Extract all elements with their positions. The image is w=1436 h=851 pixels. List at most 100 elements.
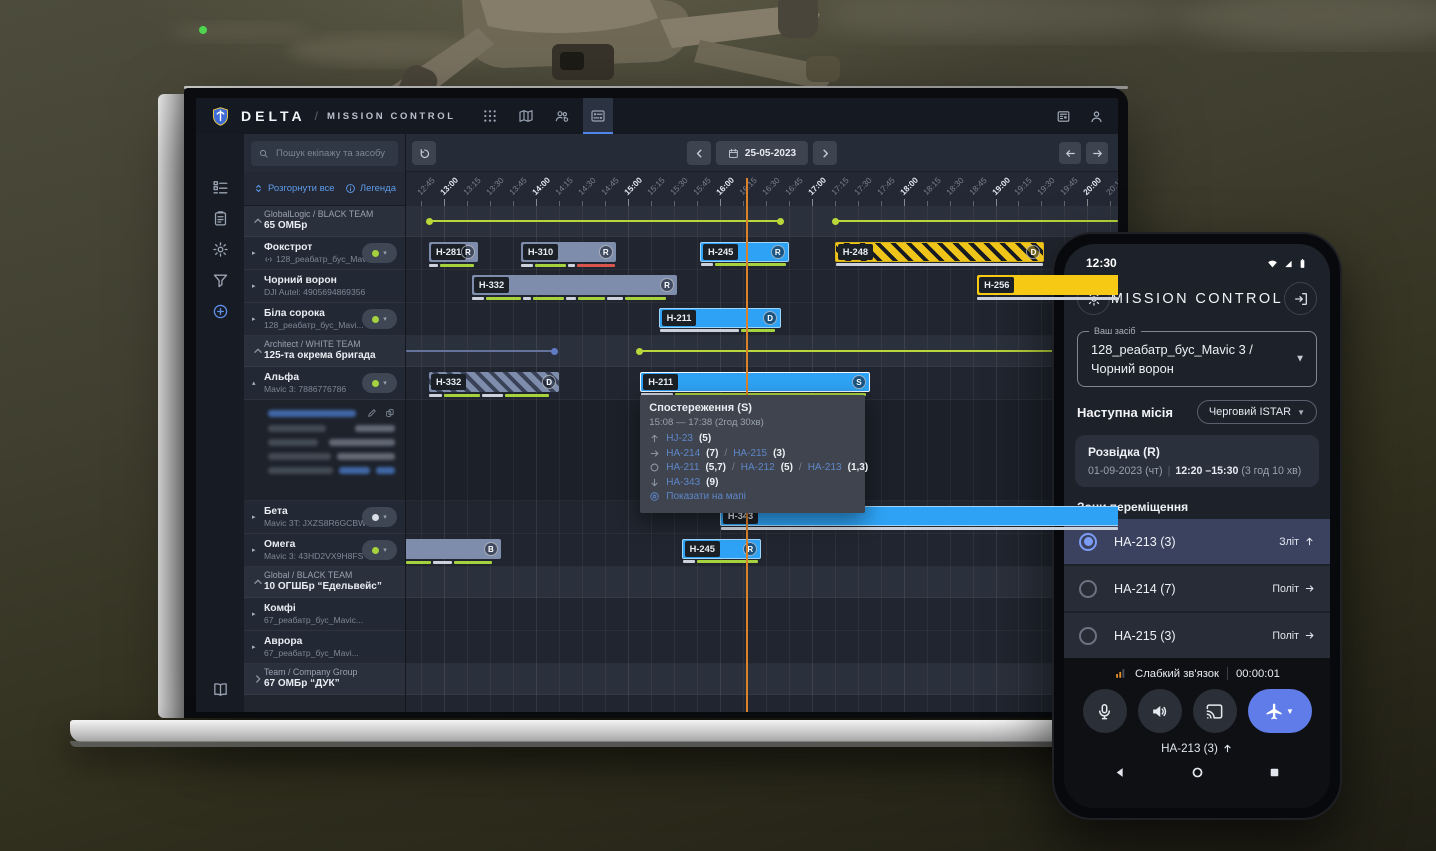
date-picker[interactable]: 25-05-2023 (716, 141, 808, 165)
chevron-down-icon: ▾ (383, 315, 387, 323)
radio-icon[interactable] (1079, 627, 1097, 645)
gantt-bar-H-211[interactable]: H-211S (640, 372, 870, 392)
nav-map-button[interactable] (511, 98, 541, 134)
gantt-bar-H-256[interactable]: H-256 (977, 275, 1118, 295)
pan-left-button[interactable] (1059, 142, 1081, 164)
connection-status: Слабкий зв'язок (1135, 668, 1219, 680)
expand-all-button[interactable]: Розгорнути все (253, 183, 335, 194)
gantt-bar-H-332[interactable]: H-332R (472, 275, 677, 295)
pencil-icon[interactable] (367, 408, 377, 418)
radio-selected-icon[interactable] (1079, 533, 1097, 551)
unit-row[interactable]: ▸БетаMavic 3T: JXZS8R6GCBWV▾ (244, 501, 405, 534)
radio-icon[interactable] (1079, 580, 1097, 598)
group-row[interactable]: Architect / WHITE TEAM125-та окрема бриг… (244, 336, 405, 367)
progress-segment (454, 561, 492, 564)
status-pill[interactable]: ▾ (362, 507, 397, 527)
square-icon[interactable] (1268, 766, 1281, 779)
progress-segment (482, 394, 503, 397)
reset-view-button[interactable] (412, 141, 436, 165)
arrow-up-icon (1222, 743, 1233, 754)
book-icon[interactable] (212, 681, 229, 698)
unit-row[interactable]: ▸Біла сорока128_реабатр_бус_Mavi...▾ (244, 303, 405, 336)
gantt-bar[interactable]: B (406, 539, 501, 559)
unit-row[interactable]: ▴АльфаMavic 3: 7886776786▾ (244, 367, 405, 400)
unit-name: Альфа (264, 371, 346, 384)
gantt-bar-H-211[interactable]: H-211D (659, 308, 781, 328)
mission-type-badge: R (461, 245, 475, 259)
gantt-bar-H-332[interactable]: H-332D (429, 372, 559, 392)
home-icon[interactable] (1191, 766, 1204, 779)
mission-name: Розвідка (R) (1088, 445, 1306, 459)
mission-type-select[interactable]: Черговий ISTAR ▼ (1197, 400, 1317, 424)
gantt-bar-H-245[interactable]: H-245R (682, 539, 762, 559)
mission-label: H-245 (703, 244, 738, 260)
gantt-bar-H-245[interactable]: H-245R (700, 242, 789, 262)
zone-link[interactable]: НА-213 (808, 462, 842, 473)
legend-button[interactable]: Легенда (345, 183, 396, 194)
filter-icon[interactable] (212, 272, 229, 289)
gantt-bar-H-310[interactable]: H-310R (521, 242, 616, 262)
search-input[interactable] (274, 147, 391, 160)
loiter-icon (649, 462, 660, 473)
unit-row[interactable]: ▸Фокстрот128_реабатр_бус_Mavic▾ (244, 237, 405, 270)
zone-link[interactable]: НА-343 (666, 477, 700, 488)
status-pill[interactable]: ▾ (362, 373, 397, 393)
phone: 12:30 MISSION CONTROL Ваш засіб 128_реаб… (1052, 232, 1342, 820)
gantt-bar-H-248[interactable]: H-248D (835, 242, 1045, 262)
unit-row[interactable]: ▸Аврора67_реабатр_бус_Mavi... (244, 631, 405, 664)
queue-icon[interactable] (212, 179, 229, 196)
pan-right-button[interactable] (1086, 142, 1108, 164)
flight-button[interactable]: ▼ (1248, 689, 1312, 733)
settings-icon[interactable] (212, 241, 229, 258)
status-icons (1267, 258, 1308, 269)
prev-day-button[interactable] (687, 141, 711, 165)
group-row[interactable]: GlobalLogic / BLACK TEAM65 ОМБр (244, 206, 405, 237)
nav-schedule-button[interactable] (583, 98, 613, 134)
unit-row[interactable]: ▸ОмегаMavic 3: 43HD2VX9H8FS▾ (244, 534, 405, 567)
gantt-bar-H-281[interactable]: H-281R (429, 242, 478, 262)
status-pill[interactable]: ▾ (362, 540, 397, 560)
speaker-icon (1150, 702, 1169, 721)
mic-button[interactable] (1083, 689, 1127, 733)
arrow-right-icon (1304, 583, 1315, 594)
unit-row[interactable]: ▸Чорний воронDJI Autel: 4905694869356 (244, 270, 405, 303)
product-title: MISSION CONTROL (327, 111, 456, 122)
logout-button[interactable] (1284, 282, 1317, 315)
status-pill[interactable]: ▾ (362, 243, 397, 263)
zone-row[interactable]: НА-215 (3)Політ (1064, 613, 1330, 658)
clipboard-icon[interactable] (212, 210, 229, 227)
nav-apps-grid-button[interactable] (475, 98, 505, 134)
battery-icon (1297, 258, 1308, 269)
copy-icon[interactable] (385, 408, 395, 418)
zone-link[interactable]: НА-214 (666, 448, 700, 459)
zone-link[interactable]: HJ-23 (666, 433, 693, 444)
group-row[interactable]: Team / Company Group67 ОМБр “ДУК” (244, 664, 405, 695)
mission-type-badge: R (660, 278, 674, 292)
speaker-button[interactable] (1138, 689, 1182, 733)
add-icon[interactable] (212, 303, 229, 320)
back-icon[interactable] (1114, 766, 1127, 779)
device-select[interactable]: Ваш засіб 128_реабатр_бус_Mavic 3 / Чорн… (1077, 331, 1317, 387)
profile-icon[interactable] (1089, 109, 1104, 124)
next-day-button[interactable] (813, 141, 837, 165)
zone-link[interactable]: Показати на мапі (666, 491, 746, 502)
next-mission-label: Наступна місія (1077, 405, 1173, 420)
cast-button[interactable] (1193, 689, 1237, 733)
progress-segment (533, 297, 564, 300)
status-pill[interactable]: ▾ (362, 309, 397, 329)
signal-bars-icon (1114, 667, 1127, 680)
news-feed-icon[interactable] (1056, 109, 1071, 124)
nav-crew-button[interactable] (547, 98, 577, 134)
zone-link[interactable]: НА-211 (666, 462, 699, 473)
zone-row[interactable]: НА-214 (7)Політ (1064, 566, 1330, 611)
tooltip-title: Спостереження (S) (649, 402, 856, 414)
group-row[interactable]: Global / BLACK TEAM10 ОГШБр “Едельвейс” (244, 567, 405, 598)
mission-type-badge: D (1026, 245, 1040, 259)
flight-icon (1265, 702, 1284, 721)
map-icon (518, 108, 534, 124)
unit-row[interactable]: ▸Комфі67_реабатр_бус_Mavic... (244, 598, 405, 631)
zone-link[interactable]: НА-215 (733, 448, 767, 459)
zone-link[interactable]: НА-212 (741, 462, 775, 473)
info-icon (345, 183, 356, 194)
search-field[interactable] (251, 141, 398, 166)
